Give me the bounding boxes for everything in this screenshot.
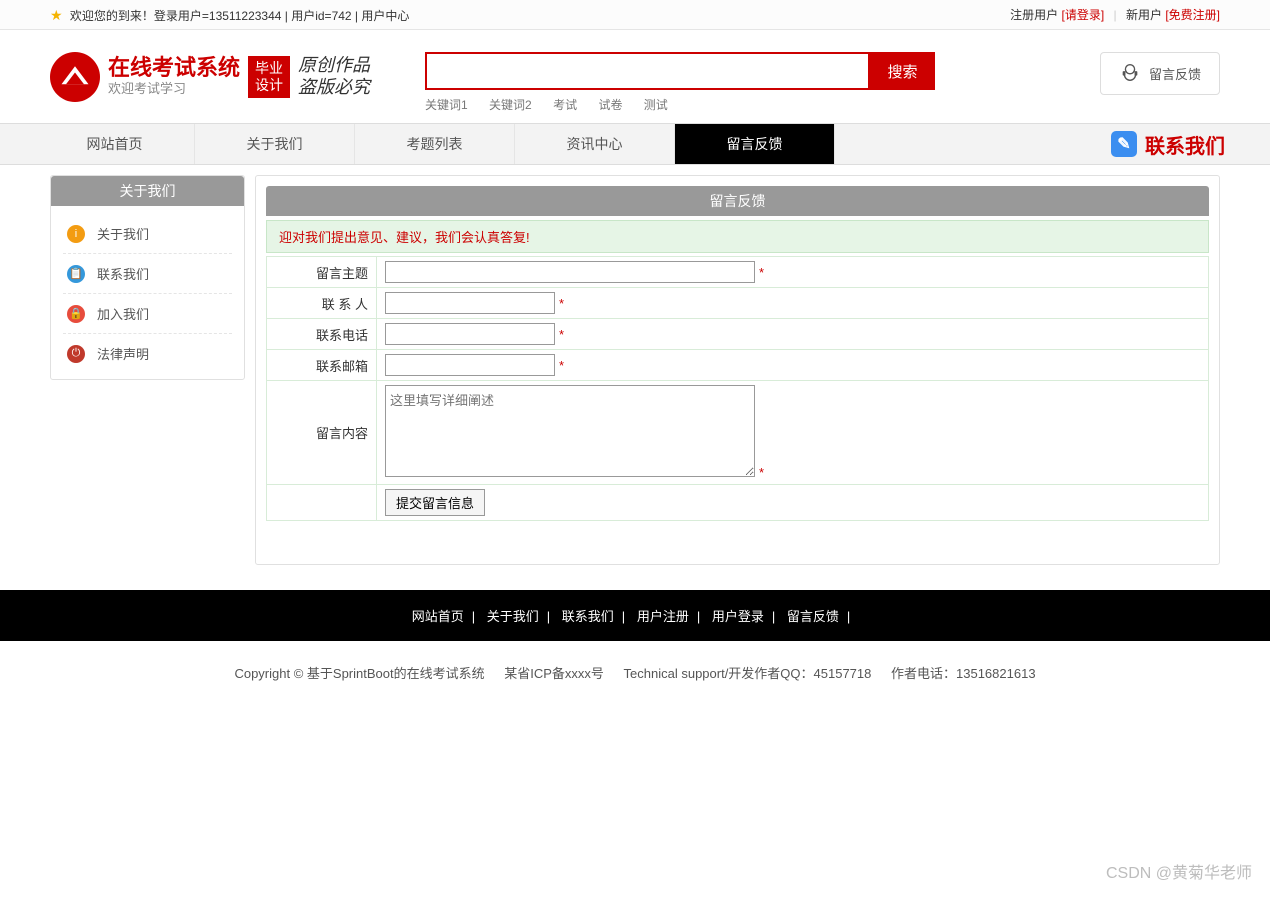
nav-questions[interactable]: 考题列表 [355,124,515,164]
email-input[interactable] [385,354,555,376]
lock-icon: 🔒 [67,305,85,323]
keyword-link[interactable]: 关键词1 [425,98,468,112]
welcome-text[interactable]: 欢迎您的到来！登录用户=13511223344 | 用户id=742 | 用户中… [70,9,409,23]
required-mark: * [559,327,564,342]
footer-link[interactable]: 用户登录 [712,609,764,624]
keyword-link[interactable]: 试卷 [598,98,622,112]
footer-link[interactable]: 用户注册 [637,609,689,624]
search-button[interactable]: 搜索 [870,52,935,90]
navbar: 网站首页 关于我们 考题列表 资讯中心 留言反馈 ✎ 联系我们 [0,123,1270,165]
graduation-badge: 毕业设计 [248,56,290,98]
sidebar-item-label: 法律声明 [97,344,149,363]
feedback-button[interactable]: 留言反馈 [1100,52,1220,95]
clipboard-icon: 📋 [67,265,85,283]
topbar: ★ 欢迎您的到来！登录用户=13511223344 | 用户id=742 | 用… [0,0,1270,30]
power-icon: ⏻ [67,345,85,363]
search-block: 搜索 关键词1 关键词2 考试 试卷 测试 [425,52,935,113]
footer-link[interactable]: 联系我们 [562,609,614,624]
logo-icon [50,52,100,102]
star-icon: ★ [50,7,63,23]
panel-title: 留言反馈 [266,186,1209,216]
sidebar-item-about[interactable]: i 关于我们 [63,214,232,254]
contact-us[interactable]: ✎ 联系我们 [1111,124,1235,164]
phone-input[interactable] [385,323,555,345]
main: 关于我们 i 关于我们 📋 联系我们 🔒 加入我们 ⏻ 法律声明 留言反馈 迎对… [35,175,1235,565]
sidebar-item-legal[interactable]: ⏻ 法律声明 [63,334,232,373]
sidebar-item-label: 加入我们 [97,304,149,323]
content-panel: 留言反馈 迎对我们提出意见、建议，我们会认真答复! 留言主题 * 联 系 人 *… [255,175,1220,565]
footer-link[interactable]: 留言反馈 [787,609,839,624]
new-user-label: 新用户 [1126,8,1162,22]
headset-icon [1119,61,1141,86]
pencil-icon: ✎ [1111,131,1137,157]
search-input[interactable] [425,52,870,90]
sidebar: 关于我们 i 关于我们 📋 联系我们 🔒 加入我们 ⏻ 法律声明 [50,175,245,380]
header: 在线考试系统 欢迎考试学习 毕业设计 原创作品盗版必究 搜索 关键词1 关键词2… [35,30,1235,123]
label-subject: 留言主题 [267,257,377,288]
keyword-link[interactable]: 测试 [644,98,668,112]
label-phone: 联系电话 [267,319,377,350]
keyword-link[interactable]: 关键词2 [489,98,532,112]
contact-label: 联系我们 [1145,130,1225,159]
required-mark: * [759,465,764,480]
keyword-row: 关键词1 关键词2 考试 试卷 测试 [425,96,935,113]
label-contact: 联 系 人 [267,288,377,319]
topbar-left: ★ 欢迎您的到来！登录用户=13511223344 | 用户id=742 | 用… [50,0,409,31]
feedback-form: 留言主题 * 联 系 人 * 联系电话 * 联系邮箱 * 留言内容 * 提交留言… [266,256,1209,521]
nav-news[interactable]: 资讯中心 [515,124,675,164]
label-email: 联系邮箱 [267,350,377,381]
info-icon: i [67,225,85,243]
sidebar-item-label: 联系我们 [97,264,149,283]
keyword-link[interactable]: 考试 [553,98,577,112]
required-mark: * [759,265,764,280]
subject-input[interactable] [385,261,755,283]
logo[interactable]: 在线考试系统 欢迎考试学习 毕业设计 原创作品盗版必究 [50,52,370,102]
free-register-link[interactable]: [免费注册] [1165,8,1220,22]
footer-nav: 网站首页| 关于我们| 联系我们| 用户注册| 用户登录| 留言反馈| [0,590,1270,641]
footer-link[interactable]: 关于我们 [487,609,539,624]
sidebar-item-label: 关于我们 [97,224,149,243]
sidebar-title: 关于我们 [51,176,244,206]
nav-home[interactable]: 网站首页 [35,124,195,164]
calligraphy-text: 原创作品盗版必究 [298,55,370,98]
submit-button[interactable]: 提交留言信息 [385,489,485,516]
required-mark: * [559,296,564,311]
copyright: Copyright © 基于SprintBoot的在线考试系统 某省ICP备xx… [0,641,1270,722]
login-link[interactable]: [请登录] [1061,8,1104,22]
site-subtitle: 欢迎考试学习 [108,81,240,98]
site-title: 在线考试系统 [108,56,240,80]
contact-input[interactable] [385,292,555,314]
feedback-label: 留言反馈 [1149,64,1201,83]
nav-feedback[interactable]: 留言反馈 [675,124,835,164]
nav-about[interactable]: 关于我们 [195,124,355,164]
footer-link[interactable]: 网站首页 [412,609,464,624]
label-content: 留言内容 [267,381,377,485]
sidebar-item-contact[interactable]: 📋 联系我们 [63,254,232,294]
watermark: CSDN @黄菊华老师 [1106,859,1252,883]
topbar-right: 注册用户 [请登录] | 新用户 [免费注册] [1010,0,1220,31]
required-mark: * [559,358,564,373]
tip-message: 迎对我们提出意见、建议，我们会认真答复! [266,220,1209,253]
sidebar-item-join[interactable]: 🔒 加入我们 [63,294,232,334]
reg-user-label: 注册用户 [1010,8,1058,22]
content-textarea[interactable] [385,385,755,477]
divider: | [1114,8,1117,22]
